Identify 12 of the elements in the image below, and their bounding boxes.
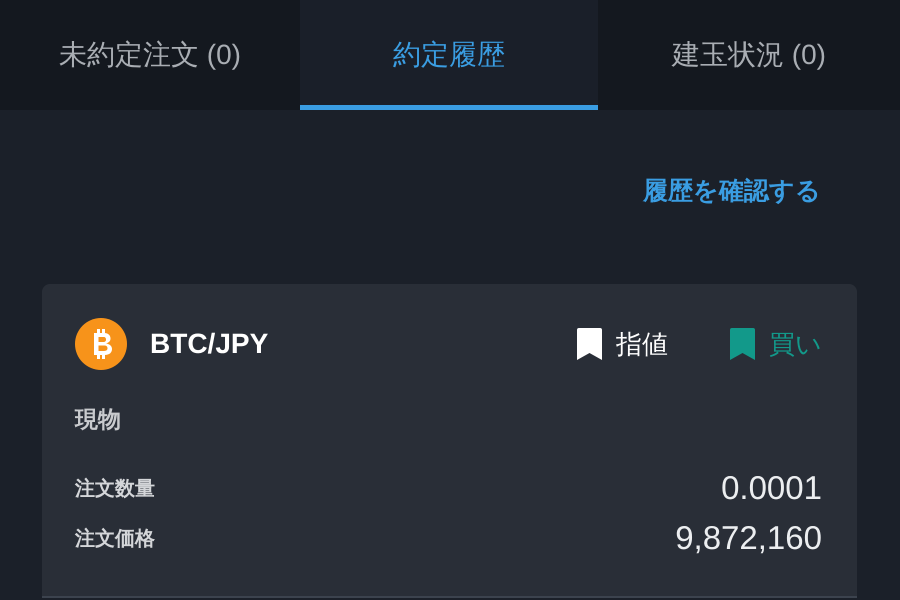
history-link[interactable]: 履歴を確認する (643, 175, 821, 207)
field-label: 注文数量 (75, 476, 155, 502)
tab[interactable]: 未約定注文 (0) (0, 0, 300, 110)
order-tag-label: 買い (769, 328, 822, 360)
bitcoin-icon (75, 318, 127, 370)
order-tag-label: 指値 (616, 328, 668, 360)
field-value: 0.0001 (721, 469, 822, 507)
field-label: 注文価格 (75, 526, 155, 552)
category-label: 現物 (75, 405, 122, 434)
pair-name: BTC/JPY (150, 328, 268, 360)
tab[interactable]: 建玉状況 (0) (598, 0, 900, 110)
field-value: 9,872,160 (675, 519, 822, 557)
